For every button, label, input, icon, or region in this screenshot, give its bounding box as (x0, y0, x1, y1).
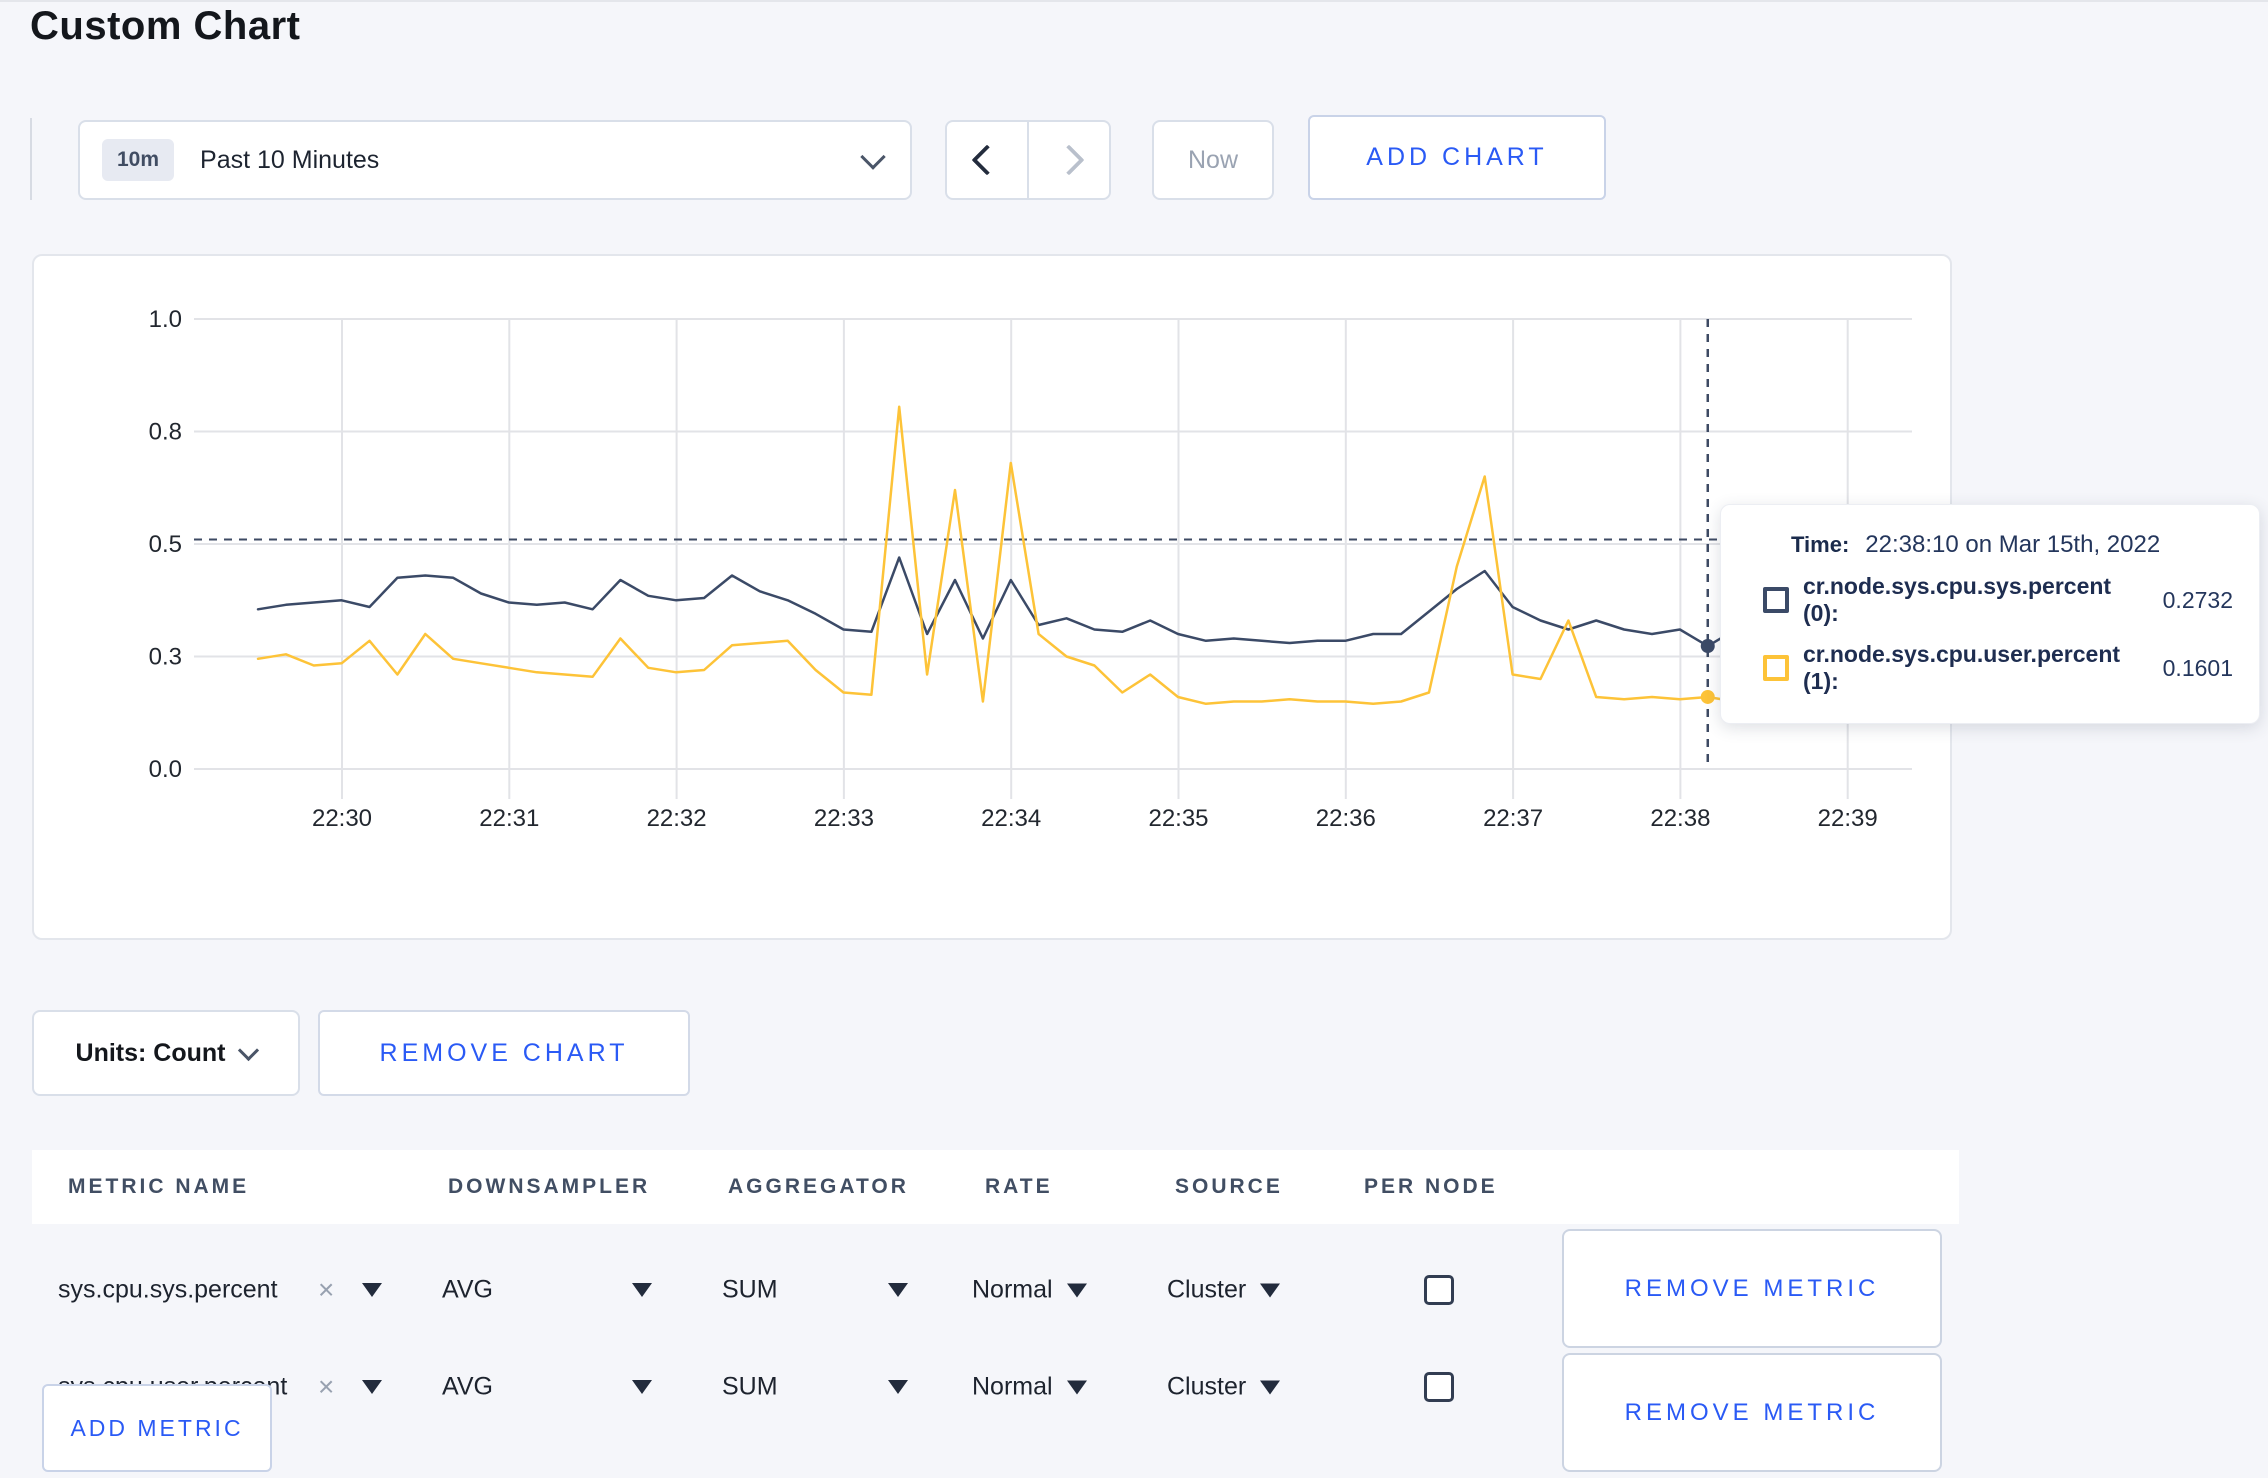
header-metric-name: METRIC NAME (68, 1175, 250, 1198)
header-source: SOURCE (1175, 1175, 1283, 1198)
rate-select[interactable]: Normal (972, 1276, 1087, 1305)
dropdown-arrow-icon (632, 1380, 652, 1394)
remove-chart-button[interactable]: REMOVE CHART (318, 1010, 690, 1096)
tooltip-time-value: 22:38:10 on Mar 15th, 2022 (1865, 531, 2161, 558)
source-select[interactable]: Cluster (1167, 1275, 1281, 1305)
header-per-node: PER NODE (1364, 1175, 1498, 1198)
units-label: Units: Count (75, 1038, 226, 1067)
header-rate: RATE (985, 1175, 1053, 1198)
dropdown-arrow-icon (1260, 1283, 1281, 1297)
svg-text:0.3: 0.3 (149, 644, 182, 671)
tooltip-metric-value: 0.1601 (2162, 654, 2233, 681)
dropdown-arrow-icon (1260, 1380, 1281, 1394)
tooltip-metric-label: cr.node.sys.cpu.user.percent (1): (1803, 641, 2121, 694)
source-value: Cluster (1167, 1372, 1247, 1401)
custom-chart-page: Custom Chart 10m Past 10 Minutes Now ADD… (0, 0, 2268, 1478)
svg-text:22:33: 22:33 (814, 805, 874, 832)
time-range-select[interactable]: 10m Past 10 Minutes (78, 120, 912, 200)
svg-text:22:38: 22:38 (1650, 805, 1710, 832)
time-range-label: Past 10 Minutes (200, 145, 380, 174)
metric-name-dropdown[interactable] (362, 1380, 382, 1394)
add-metric-button[interactable]: ADD METRIC (42, 1384, 272, 1472)
chevron-left-icon (971, 144, 1003, 176)
page-title: Custom Chart (30, 4, 301, 48)
chart-tooltip: Time: 22:38:10 on Mar 15th, 2022 cr.node… (1720, 504, 2260, 724)
add-chart-button[interactable]: ADD CHART (1308, 115, 1606, 200)
toolbar-divider (30, 118, 32, 200)
svg-text:22:36: 22:36 (1316, 805, 1376, 832)
aggregator-dropdown[interactable] (888, 1283, 908, 1297)
rate-value: Normal (972, 1275, 1053, 1304)
chevron-down-icon (238, 1039, 260, 1061)
header-aggregator: AGGREGATOR (728, 1175, 909, 1198)
downsampler-dropdown[interactable] (632, 1283, 652, 1297)
now-button[interactable]: Now (1152, 120, 1274, 200)
dropdown-arrow-icon (362, 1380, 382, 1394)
aggregator-select[interactable]: SUM (722, 1276, 778, 1305)
rate-value: Normal (972, 1372, 1053, 1401)
chevron-right-icon (1053, 144, 1085, 176)
source-select[interactable]: Cluster (1167, 1372, 1281, 1402)
dropdown-arrow-icon (1066, 1283, 1087, 1297)
remove-metric-button[interactable]: REMOVE METRIC (1562, 1353, 1942, 1472)
time-forward-button[interactable] (1027, 120, 1111, 200)
chart-card[interactable]: 0.0 0.3 0.5 0.8 1.0 22:30 22:31 22:32 22:33 22:34… (32, 254, 1952, 940)
dropdown-arrow-icon (632, 1283, 652, 1297)
remove-metric-button[interactable]: REMOVE METRIC (1562, 1229, 1942, 1348)
metrics-table-header: METRIC NAME DOWNSAMPLER AGGREGATOR RATE … (32, 1150, 1959, 1224)
tooltip-metric-value: 0.2732 (2162, 586, 2233, 613)
tooltip-time-label: Time: (1791, 532, 1850, 557)
checkbox-icon (1424, 1275, 1454, 1305)
svg-text:0.0: 0.0 (149, 756, 182, 783)
sys-series-swatch-icon (1763, 587, 1789, 613)
svg-text:22:31: 22:31 (479, 805, 539, 832)
chevron-down-icon (860, 144, 886, 170)
tooltip-metric-label: cr.node.sys.cpu.sys.percent (0): (1803, 573, 2112, 626)
aggregator-dropdown[interactable] (888, 1380, 908, 1394)
svg-text:22:32: 22:32 (647, 805, 707, 832)
metric-name-dropdown[interactable] (362, 1283, 382, 1297)
per-node-checkbox[interactable] (1424, 1372, 1454, 1402)
svg-text:22:39: 22:39 (1818, 805, 1878, 832)
time-back-button[interactable] (945, 120, 1029, 200)
clear-metric-icon[interactable]: × (318, 1373, 334, 1401)
dropdown-arrow-icon (888, 1283, 908, 1297)
rate-select[interactable]: Normal (972, 1373, 1087, 1402)
timeseries-chart[interactable]: 0.0 0.3 0.5 0.8 1.0 22:30 22:31 22:32 22:33 22:34… (34, 256, 1950, 938)
downsampler-dropdown[interactable] (632, 1380, 652, 1394)
downsampler-select[interactable]: AVG (442, 1276, 493, 1305)
dropdown-arrow-icon (362, 1283, 382, 1297)
svg-text:22:35: 22:35 (1148, 805, 1208, 832)
per-node-checkbox[interactable] (1424, 1275, 1454, 1305)
svg-text:0.5: 0.5 (149, 531, 182, 558)
metric-row: sys.cpu.sys.percent × AVG SUM Normal Clu… (32, 1246, 1562, 1334)
dropdown-arrow-icon (1066, 1380, 1087, 1394)
svg-text:22:30: 22:30 (312, 805, 372, 832)
downsampler-select[interactable]: AVG (442, 1373, 493, 1402)
aggregator-select[interactable]: SUM (722, 1373, 778, 1402)
svg-text:22:37: 22:37 (1483, 805, 1543, 832)
metric-name-select[interactable]: sys.cpu.sys.percent (58, 1276, 278, 1305)
units-select[interactable]: Units: Count (32, 1010, 300, 1096)
source-value: Cluster (1167, 1275, 1247, 1304)
time-range-badge: 10m (102, 139, 175, 181)
svg-text:1.0: 1.0 (149, 306, 182, 333)
tooltip-series-row: cr.node.sys.cpu.user.percent (1): 0.1601 (1763, 641, 2233, 695)
svg-text:0.8: 0.8 (149, 419, 182, 446)
user-series-swatch-icon (1763, 655, 1789, 681)
dropdown-arrow-icon (888, 1380, 908, 1394)
svg-text:22:34: 22:34 (981, 805, 1041, 832)
header-downsampler: DOWNSAMPLER (448, 1175, 651, 1198)
tooltip-series-row: cr.node.sys.cpu.sys.percent (0): 0.2732 (1763, 573, 2233, 627)
tooltip-time-row: Time: 22:38:10 on Mar 15th, 2022 (1791, 531, 2233, 559)
checkbox-icon (1424, 1372, 1454, 1402)
clear-metric-icon[interactable]: × (318, 1276, 334, 1304)
